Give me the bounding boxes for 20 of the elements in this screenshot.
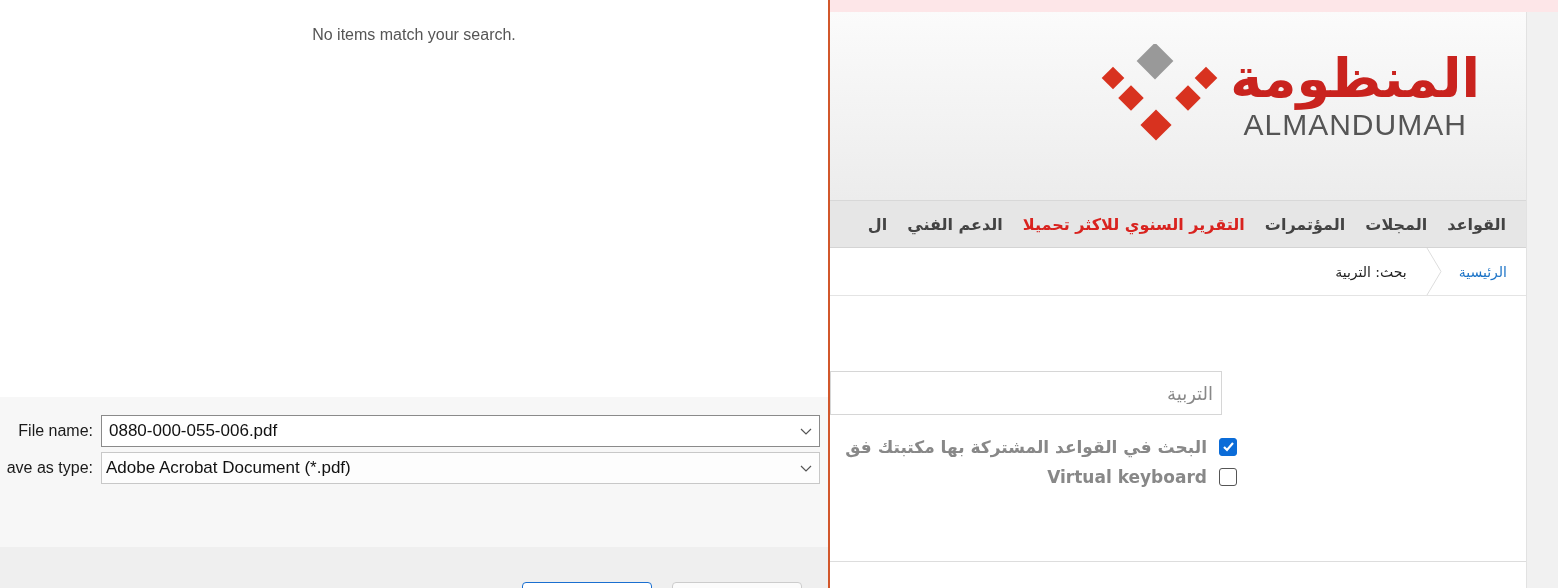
field-label: ave as type: xyxy=(5,459,93,477)
logo-arabic-text: المنظومة xyxy=(1230,52,1480,110)
checkbox[interactable] xyxy=(1219,468,1237,486)
search-field[interactable]: التربية xyxy=(830,371,1222,415)
nav-link[interactable]: التقرير السنوي للاكثر تحميلا xyxy=(1022,214,1245,234)
nav-link[interactable]: الدعم الفني xyxy=(907,214,1003,234)
empty-results-message: No items match your search. xyxy=(312,26,516,45)
combo-field[interactable]: 0880-000-055-006.pdf xyxy=(101,415,820,447)
nav-link[interactable]: المؤتمرات xyxy=(1264,214,1346,234)
field-label: File name: xyxy=(17,422,93,440)
combo-field[interactable]: Adobe Acrobat Document (*.pdf) xyxy=(101,452,820,484)
breadcrumb-current: بحث: التربية xyxy=(1335,263,1407,280)
checkbox[interactable] xyxy=(1219,438,1237,456)
nav-link[interactable]: ال xyxy=(867,214,888,234)
checkbox-label: البحث في القواعد المشتركة بها مكتبتك فق xyxy=(845,437,1207,457)
checkbox-label: Virtual keyboard xyxy=(1047,467,1207,487)
breadcrumb-link[interactable]: الرئيسية xyxy=(1458,263,1507,280)
logo-latin-text: ALMANDUMAH xyxy=(1243,110,1467,140)
nav-link[interactable]: المجلات xyxy=(1365,214,1428,234)
nav-link[interactable]: القواعد xyxy=(1447,214,1506,234)
